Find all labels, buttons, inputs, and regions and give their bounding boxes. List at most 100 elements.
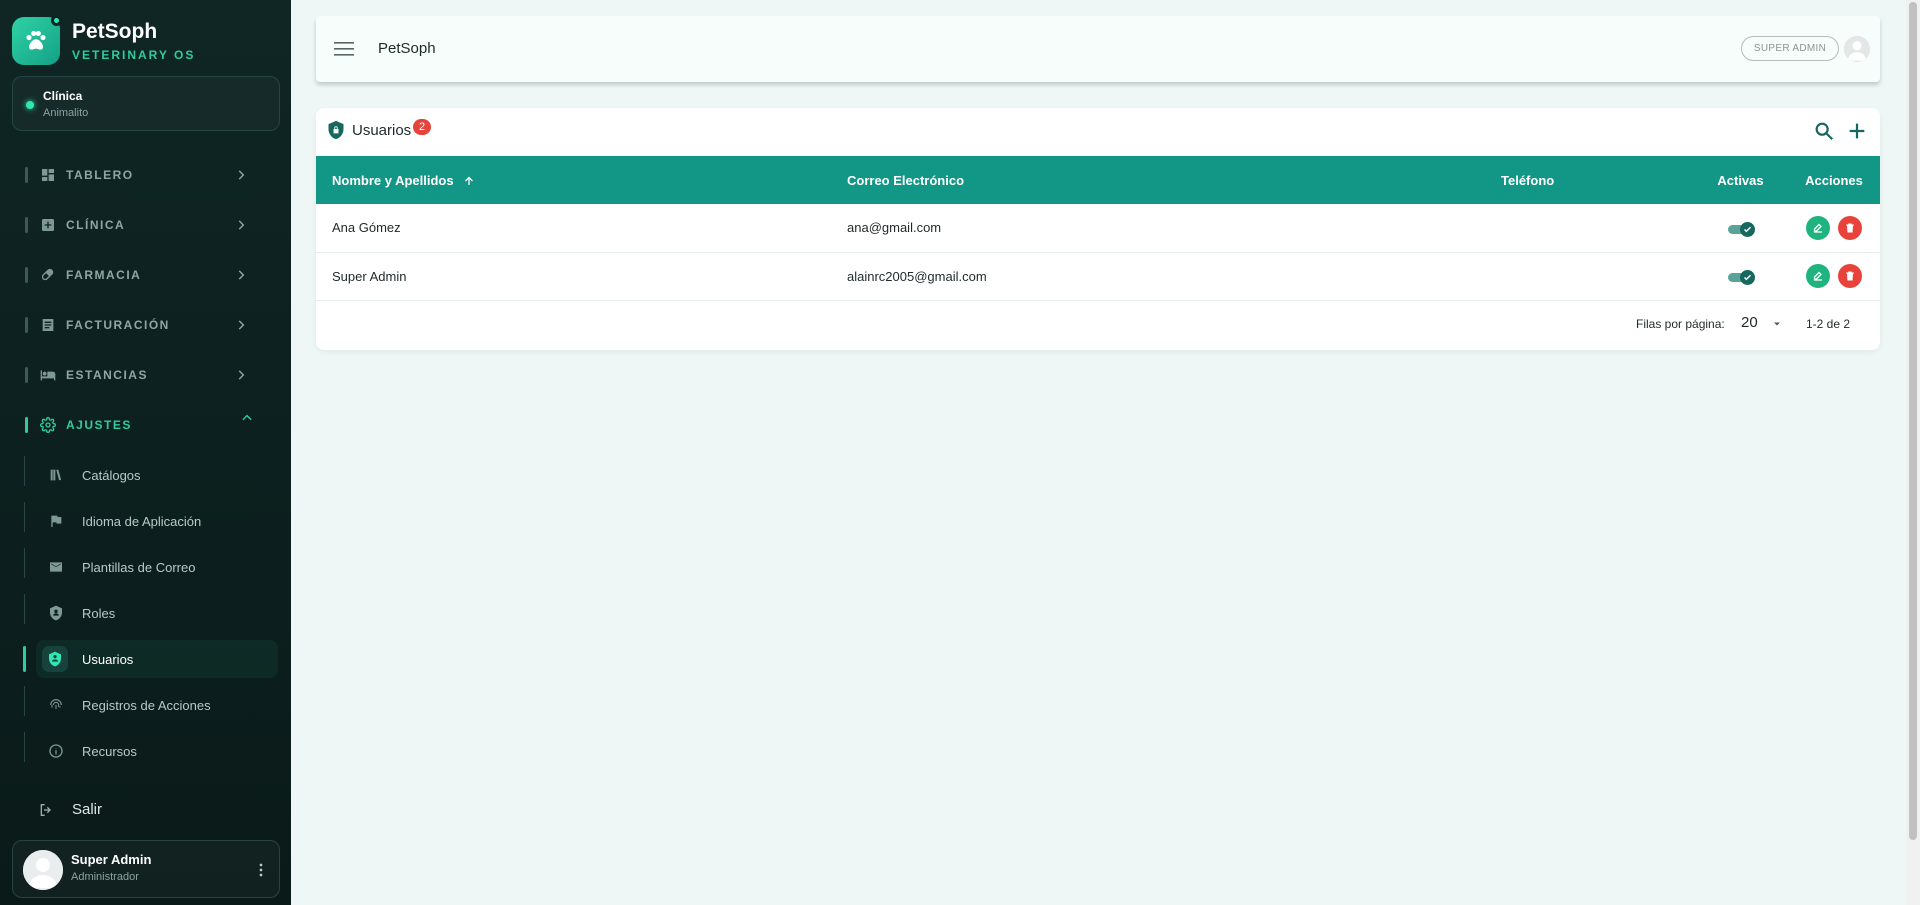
info-icon <box>49 744 63 758</box>
nav-item-ajustes[interactable]: AJUSTES <box>0 409 291 441</box>
nav-item-farmacia[interactable]: FARMACIA <box>0 259 291 291</box>
nav-label: FACTURACIÓN <box>66 318 170 332</box>
edit-icon <box>1814 271 1823 281</box>
dashboard-icon <box>42 169 54 181</box>
search-icon[interactable] <box>1813 120 1835 142</box>
chevron-right-icon <box>238 220 245 230</box>
pill-icon <box>41 268 54 281</box>
column-header-phone[interactable]: Teléfono <box>1485 156 1693 204</box>
brand[interactable]: PetSoph VETERINARY OS <box>12 15 195 65</box>
table-header-row: Nombre y Apellidos Correo Electrónico Te… <box>316 156 1880 204</box>
table-row[interactable]: Ana Gómez ana@gmail.com <box>316 204 1880 253</box>
nav-item-clinica[interactable]: CLÍNICA <box>0 209 291 241</box>
cell-actions <box>1788 252 1880 301</box>
add-icon[interactable] <box>1846 120 1868 142</box>
submenu-item-registros[interactable]: Registros de Acciones <box>36 686 278 724</box>
submenu-line <box>24 686 25 716</box>
more-vertical-icon[interactable] <box>251 860 271 880</box>
caret-down-icon[interactable] <box>1771 318 1783 330</box>
shield-icon <box>50 605 62 621</box>
cell-actions <box>1788 204 1880 253</box>
edit-button[interactable] <box>1806 264 1831 288</box>
nav-indicator <box>25 217 28 233</box>
chevron-right-icon <box>238 370 245 380</box>
table-row[interactable]: Super Admin alainrc2005@gmail.com <box>316 252 1880 301</box>
column-header-name[interactable]: Nombre y Apellidos <box>316 156 831 204</box>
arrow-up-icon[interactable] <box>463 175 475 187</box>
submenu-item-idioma[interactable]: Idioma de Aplicación <box>36 502 278 540</box>
users-card: Usuarios 2 Nombre y Apellidos Correo Ele… <box>316 108 1880 350</box>
submenu-line <box>24 456 25 486</box>
clinic-selector[interactable]: Clínica Animalito <box>12 76 280 131</box>
mail-template-icon <box>50 562 62 572</box>
submenu-label: Idioma de Aplicación <box>82 514 202 529</box>
check-icon <box>1739 269 1755 285</box>
nav-label: FARMACIA <box>66 268 142 282</box>
submenu-item-recursos[interactable]: Recursos <box>36 732 278 770</box>
count-badge: 2 <box>413 119 431 135</box>
delete-button[interactable] <box>1837 215 1862 240</box>
books-icon <box>50 469 62 481</box>
flag-icon <box>51 515 62 527</box>
submenu-item-roles[interactable]: Roles <box>36 594 278 632</box>
bed-icon <box>40 370 56 381</box>
nav-item-tablero[interactable]: TABLERO <box>0 159 291 191</box>
logout-label: Salir <box>72 801 103 818</box>
rows-per-page-label: Filas por página: <box>1636 317 1725 331</box>
medical-plus-icon <box>42 219 54 231</box>
edit-button[interactable] <box>1806 215 1831 240</box>
cell-phone <box>1485 204 1693 253</box>
pagination-range: 1-2 de 2 <box>1806 317 1851 331</box>
nav-item-facturacion[interactable]: FACTURACIÓN <box>0 309 291 341</box>
active-toggle[interactable] <box>1727 221 1755 237</box>
logout-button[interactable]: Salir <box>36 799 236 821</box>
nav-label: ESTANCIAS <box>66 368 148 382</box>
column-header-email[interactable]: Correo Electrónico <box>831 156 1485 204</box>
clinic-name: Animalito <box>43 107 89 119</box>
cell-email: ana@gmail.com <box>831 204 1485 253</box>
column-header-active[interactable]: Activas <box>1693 156 1788 204</box>
scrollbar-thumb[interactable] <box>1909 2 1917 840</box>
paw-logo-icon <box>12 15 62 65</box>
submenu-line <box>24 594 25 624</box>
nav-indicator <box>25 267 28 283</box>
scrollbar[interactable] <box>1906 0 1920 905</box>
cell-active <box>1693 252 1788 301</box>
menu-icon[interactable] <box>334 41 354 57</box>
nav-label: AJUSTES <box>66 418 132 432</box>
nav-label: TABLERO <box>66 168 134 182</box>
delete-button[interactable] <box>1837 264 1862 288</box>
clinic-status-dot <box>26 101 34 109</box>
submenu-item-catalogos[interactable]: Catálogos <box>36 456 278 494</box>
submenu-label: Catálogos <box>82 468 141 483</box>
card-title: Usuarios <box>352 122 412 139</box>
avatar <box>23 850 63 890</box>
logout-icon <box>40 804 51 816</box>
submenu-label: Registros de Acciones <box>82 698 211 713</box>
check-icon <box>1739 221 1755 237</box>
user-role: Administrador <box>71 871 139 883</box>
nav-item-estancias[interactable]: ESTANCIAS <box>0 359 291 391</box>
submenu-line <box>24 732 25 762</box>
nav-indicator <box>25 317 28 333</box>
nav-indicator <box>25 367 28 383</box>
submenu-active-indicator <box>23 646 26 672</box>
rows-per-page-select[interactable]: 20 <box>1741 314 1758 331</box>
submenu-item-usuarios[interactable]: Usuarios <box>36 640 278 678</box>
submenu-line <box>24 548 25 578</box>
edit-icon <box>1814 223 1823 233</box>
nav-indicator <box>25 167 28 183</box>
avatar[interactable] <box>1844 36 1870 62</box>
page-title: PetSoph <box>378 40 436 57</box>
submenu-item-plantillas[interactable]: Plantillas de Correo <box>36 548 278 586</box>
users-table: Nombre y Apellidos Correo Electrónico Te… <box>316 156 1880 301</box>
chevron-up-icon <box>242 414 252 421</box>
clinic-label: Clínica <box>43 89 83 103</box>
cell-phone <box>1485 252 1693 301</box>
brand-title: PetSoph <box>72 20 158 43</box>
user-card[interactable]: Super Admin Administrador <box>12 840 280 898</box>
lock-shield-icon <box>328 120 344 140</box>
active-toggle[interactable] <box>1727 269 1755 285</box>
trash-icon <box>1845 271 1854 281</box>
chevron-right-icon <box>238 170 245 180</box>
